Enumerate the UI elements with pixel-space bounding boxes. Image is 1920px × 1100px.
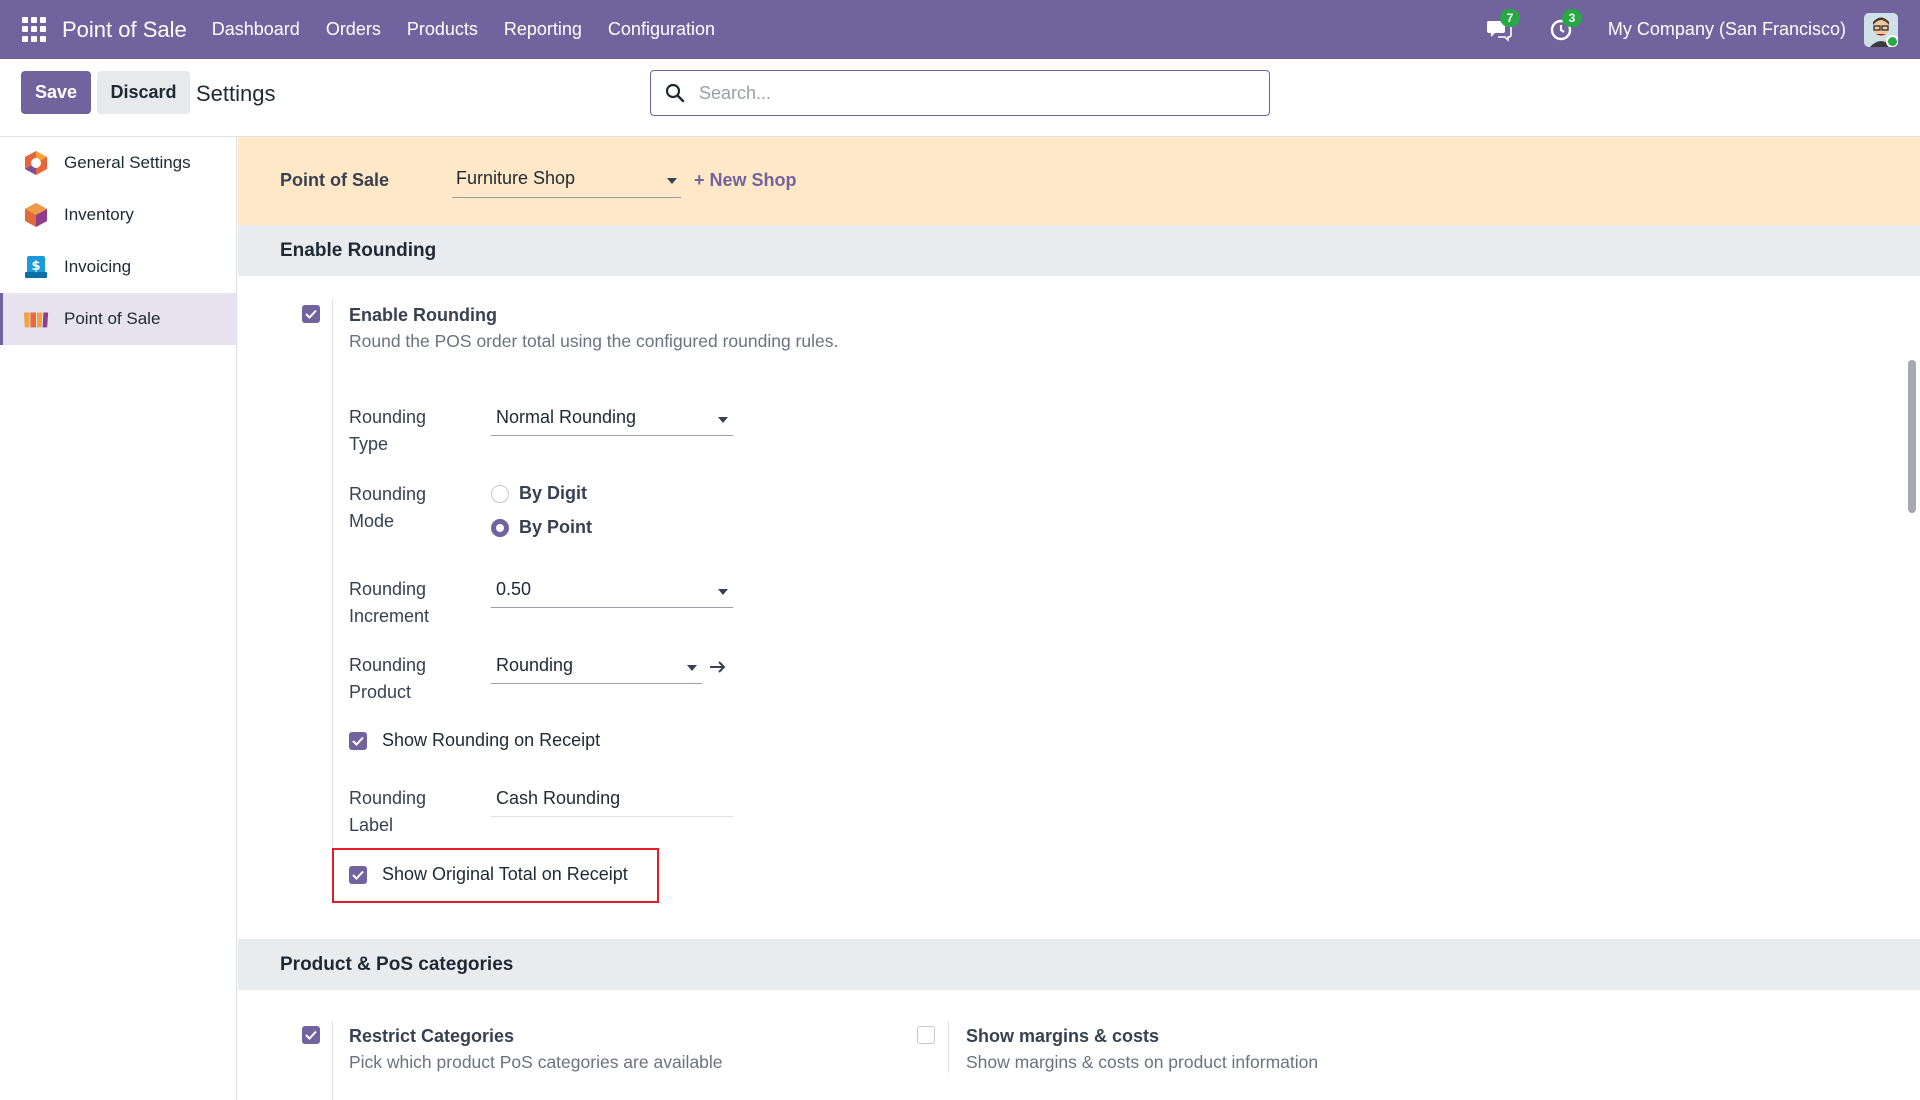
- radio-by-point[interactable]: [491, 519, 509, 537]
- new-shop-button[interactable]: + New Shop: [694, 170, 797, 191]
- rounding-increment-select[interactable]: 0.50: [491, 577, 733, 608]
- check-icon: [352, 870, 364, 880]
- rounding-type-select[interactable]: Normal Rounding: [491, 405, 733, 436]
- app-title[interactable]: Point of Sale: [62, 17, 187, 43]
- arrow-right-icon[interactable]: [708, 659, 728, 675]
- shop-select-value: Furniture Shop: [456, 168, 576, 188]
- menu-reporting[interactable]: Reporting: [491, 19, 595, 40]
- sidebar-item-invoicing[interactable]: $ Invoicing: [0, 241, 236, 293]
- settings-content: Point of Sale Furniture Shop + New Shop …: [238, 137, 1920, 1100]
- invoicing-icon: $: [22, 253, 50, 281]
- rounding-increment-value: 0.50: [496, 579, 532, 599]
- menu-orders[interactable]: Orders: [313, 19, 394, 40]
- restrict-categories-title: Restrict Categories: [349, 1026, 515, 1046]
- save-button[interactable]: Save: [21, 71, 91, 114]
- apps-menu-icon[interactable]: [22, 16, 48, 43]
- general-settings-icon: [22, 149, 50, 177]
- restrict-categories-description: Pick which product PoS categories are av…: [349, 1052, 723, 1072]
- svg-text:$: $: [31, 259, 40, 274]
- check-icon: [305, 1030, 317, 1040]
- sidebar-item-inventory[interactable]: Inventory: [0, 189, 236, 241]
- scrollbar[interactable]: [1908, 360, 1916, 513]
- show-margins-costs-checkbox[interactable]: [917, 1026, 935, 1044]
- show-margins-costs-description: Show margins & costs on product informat…: [966, 1052, 1319, 1072]
- point-of-sale-icon: [22, 305, 50, 333]
- chevron-down-icon: [667, 178, 677, 184]
- sidebar-item-label: Inventory: [64, 205, 134, 224]
- rounding-product-select[interactable]: Rounding: [491, 653, 702, 684]
- enable-rounding-title: Enable Rounding: [349, 305, 497, 325]
- rounding-label-input[interactable]: Cash Rounding: [491, 786, 733, 817]
- shop-select[interactable]: Furniture Shop: [452, 168, 681, 198]
- sidebar-item-point-of-sale[interactable]: Point of Sale: [0, 293, 236, 345]
- rounding-type-label: Rounding Type: [349, 407, 427, 454]
- menu-dashboard[interactable]: Dashboard: [199, 19, 313, 40]
- rounding-product-value: Rounding: [496, 655, 574, 675]
- show-original-total-label[interactable]: Show Original Total on Receipt: [382, 864, 628, 885]
- show-margins-costs-title: Show margins & costs: [966, 1026, 1160, 1046]
- check-icon: [305, 309, 317, 319]
- chevron-down-icon: [718, 417, 728, 423]
- rounding-label-label: Rounding Label: [349, 788, 427, 835]
- discard-button[interactable]: Discard: [97, 71, 190, 114]
- shop-selector-bar: Point of Sale Furniture Shop + New Shop: [238, 137, 1920, 225]
- control-panel: Save Discard Settings: [0, 59, 1920, 137]
- activities-button[interactable]: 3: [1546, 8, 1582, 45]
- page-title: Settings: [196, 81, 276, 106]
- show-rounding-on-receipt-label[interactable]: Show Rounding on Receipt: [382, 730, 600, 751]
- user-avatar[interactable]: [1864, 12, 1898, 47]
- radio-by-point-label[interactable]: By Point: [519, 517, 592, 538]
- sidebar-item-label: Invoicing: [64, 257, 132, 276]
- divider: [332, 1021, 333, 1100]
- section-header-product-categories: Product & PoS categories: [238, 939, 1920, 990]
- top-navbar: Point of Sale Dashboard Orders Products …: [0, 0, 1920, 59]
- rounding-type-value: Normal Rounding: [496, 407, 637, 427]
- messages-count-badge: 7: [1499, 8, 1520, 27]
- radio-by-digit-label[interactable]: By Digit: [519, 483, 587, 504]
- settings-sidebar: General Settings Inventory $ Invoicing P…: [0, 137, 237, 1100]
- menu-configuration[interactable]: Configuration: [595, 19, 728, 40]
- search-input[interactable]: [699, 82, 1239, 104]
- rounding-product-label: Rounding Product: [349, 655, 427, 702]
- divider: [948, 1021, 949, 1073]
- check-icon: [352, 736, 364, 746]
- messages-button[interactable]: 7: [1484, 8, 1520, 45]
- shop-label: Point of Sale: [280, 170, 390, 190]
- inventory-icon: [22, 201, 50, 229]
- menu-products[interactable]: Products: [394, 19, 491, 40]
- divider: [332, 299, 333, 893]
- sidebar-item-label: Point of Sale: [64, 309, 161, 328]
- chevron-down-icon: [718, 589, 728, 595]
- show-original-total-checkbox[interactable]: [349, 866, 367, 884]
- online-status-dot: [1886, 34, 1898, 47]
- radio-by-digit[interactable]: [491, 485, 509, 503]
- sidebar-item-label: General Settings: [64, 153, 191, 172]
- section-header-enable-rounding: Enable Rounding: [238, 225, 1920, 276]
- rounding-mode-label: Rounding Mode: [349, 484, 427, 531]
- restrict-categories-checkbox[interactable]: [302, 1026, 320, 1044]
- search-icon: [665, 83, 685, 103]
- chevron-down-icon: [687, 665, 697, 671]
- company-switcher[interactable]: My Company (San Francisco): [1608, 19, 1846, 40]
- show-rounding-on-receipt-checkbox[interactable]: [349, 732, 367, 750]
- activities-count-badge: 3: [1561, 8, 1582, 27]
- enable-rounding-description: Round the POS order total using the conf…: [349, 331, 839, 351]
- sidebar-item-general-settings[interactable]: General Settings: [0, 137, 236, 189]
- rounding-increment-label: Rounding Increment: [349, 579, 430, 626]
- enable-rounding-checkbox[interactable]: [302, 305, 320, 323]
- search-bar[interactable]: [650, 70, 1270, 116]
